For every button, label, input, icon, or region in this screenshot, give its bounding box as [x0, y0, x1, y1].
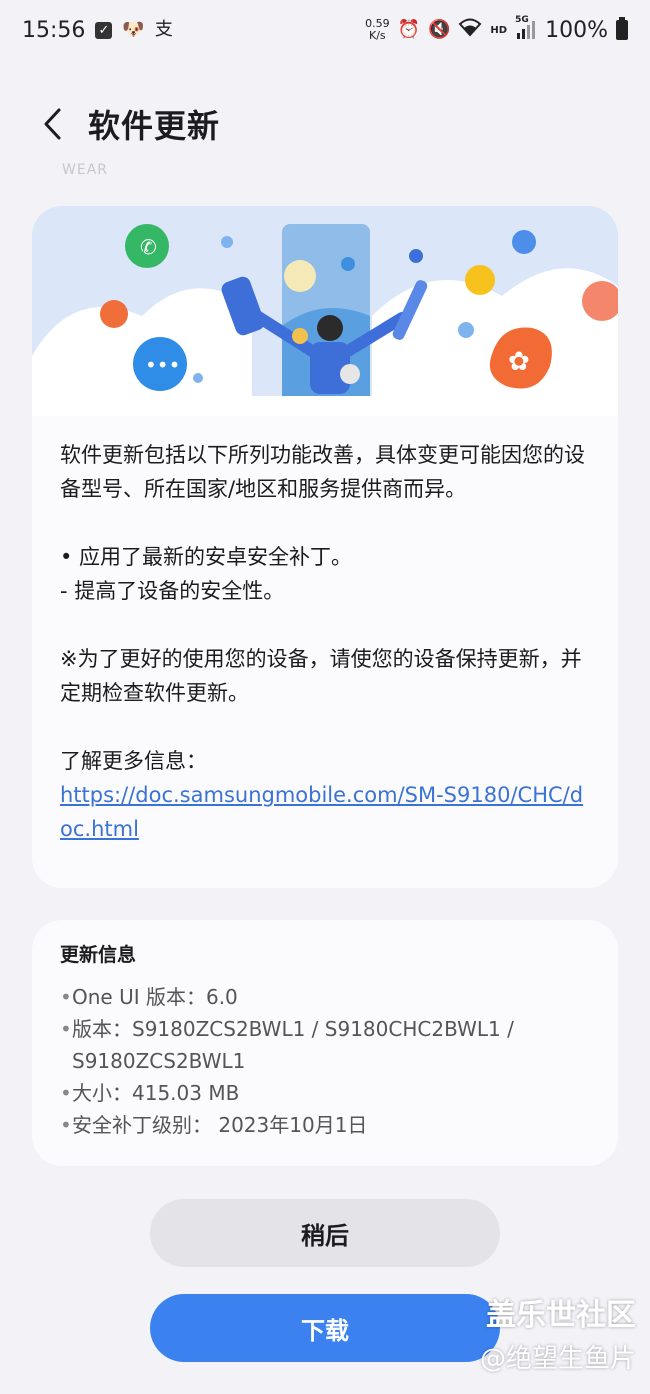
more-info-link[interactable]: https://doc.samsungmobile.com/SM-S9180/C…: [60, 783, 583, 841]
status-bar: 15:56 ✓ 🐶 支 0.59 K/s ⏰ 🔇 HD 5G 100%: [0, 0, 650, 60]
description-note: ※为了更好的使用您的设备，请使您的设备保持更新，并定期检查软件更新。: [60, 647, 582, 705]
app-notification-icon: 🐶: [122, 19, 145, 40]
more-info-label: 了解更多信息：: [60, 749, 207, 773]
update-description: 软件更新包括以下所列功能改善，具体变更可能因您的设备型号、所在国家/地区和服务提…: [32, 416, 618, 846]
back-button[interactable]: [22, 94, 82, 154]
mute-icon: 🔇: [428, 19, 451, 40]
wifi-icon: [458, 17, 482, 43]
network-speed-unit: K/s: [369, 29, 386, 42]
update-info-list: One UI 版本：6.0 版本：S9180ZCS2BWL1 / S9180CH…: [60, 981, 590, 1141]
checkbox-notification-icon: ✓: [95, 21, 113, 39]
watermark-author: @绝望生鱼片: [479, 1344, 636, 1374]
later-button[interactable]: 稍后: [150, 1199, 500, 1267]
back-arrow-icon: [44, 108, 61, 140]
svg-text:✆: ✆: [140, 235, 157, 259]
alipay-notification-icon: 支: [154, 19, 173, 40]
info-item-size: 大小：415.03 MB: [60, 1077, 590, 1109]
alarm-icon: ⏰: [397, 19, 420, 40]
network-speed: 0.59 K/s: [365, 18, 390, 42]
page-title: 软件更新: [88, 107, 221, 145]
update-banner-illustration: ✆ ••• ✿: [32, 206, 618, 416]
svg-text:✿: ✿: [508, 347, 530, 377]
hd-indicator: HD: [490, 24, 508, 36]
battery-icon: [616, 17, 628, 40]
header: 软件更新: [0, 92, 650, 156]
update-info-card: 更新信息 One UI 版本：6.0 版本：S9180ZCS2BWL1 / S9…: [32, 920, 618, 1166]
watermark-community: 盖乐世社区: [486, 1298, 636, 1333]
description-sub-bullet: - 提高了设备的安全性。: [60, 579, 285, 603]
faded-scroll-text: WEAR: [62, 162, 108, 178]
signal-icon: 5G: [515, 15, 537, 41]
status-time: 15:56: [22, 17, 86, 43]
svg-text:•••: •••: [145, 353, 180, 377]
battery-percent: 100%: [545, 17, 608, 43]
description-intro: 软件更新包括以下所列功能改善，具体变更可能因您的设备型号、所在国家/地区和服务提…: [60, 443, 585, 501]
info-item-security-patch: 安全补丁级别： 2023年10月1日: [60, 1109, 590, 1141]
update-info-title: 更新信息: [60, 944, 137, 966]
description-bullet: • 应用了最新的安卓安全补丁。: [60, 545, 353, 569]
info-item-oneui-version: One UI 版本：6.0: [60, 981, 590, 1013]
signal-5g-label: 5G: [515, 15, 529, 25]
download-button[interactable]: 下载: [150, 1294, 500, 1362]
info-item-build-version: 版本：S9180ZCS2BWL1 / S9180CHC2BWL1 / S9180…: [60, 1013, 590, 1077]
update-details-card: ✆ ••• ✿ 软件更新包括以下所列功能改善，具体变更可能因您的设备型号、所在国…: [32, 206, 618, 888]
